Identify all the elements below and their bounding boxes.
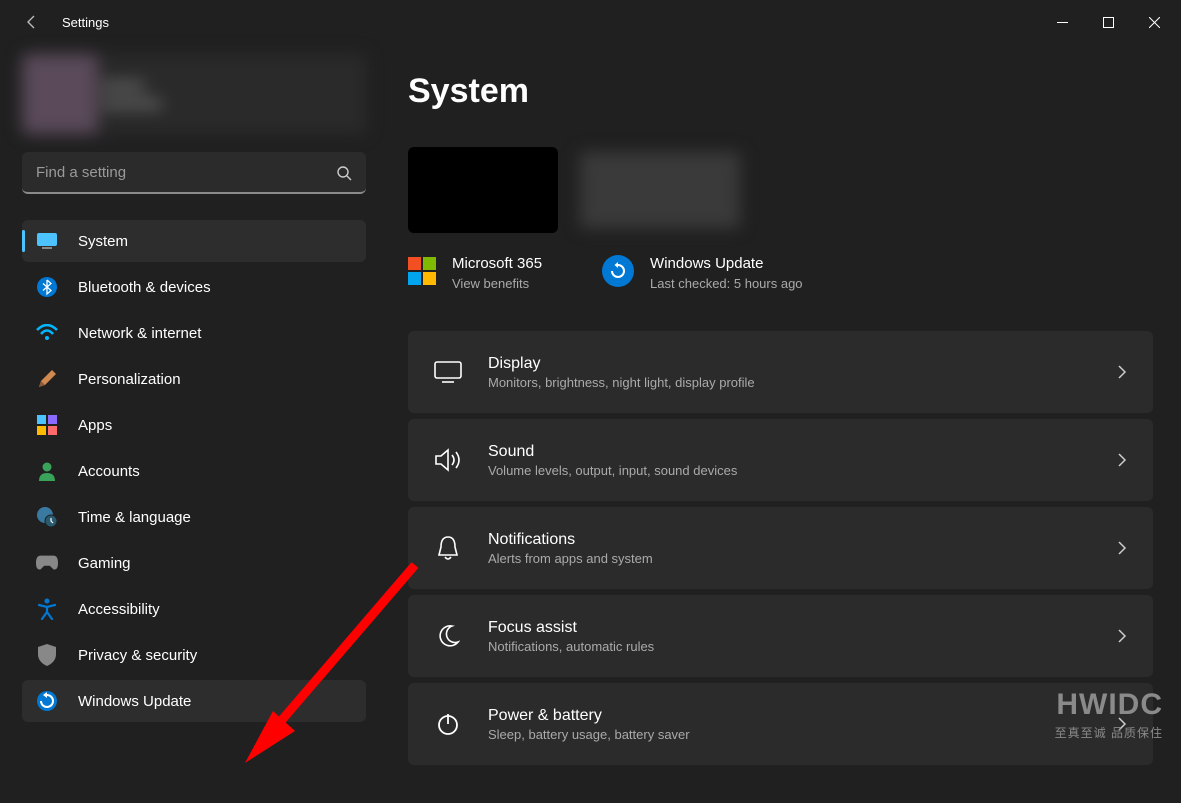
settings-list: Display Monitors, brightness, night light… bbox=[408, 331, 1153, 765]
update-icon bbox=[36, 690, 58, 712]
card-windows-update[interactable]: Windows Update Last checked: 5 hours ago bbox=[602, 255, 803, 291]
chevron-right-icon bbox=[1117, 364, 1127, 380]
row-power[interactable]: Power & battery Sleep, battery usage, bat… bbox=[408, 683, 1153, 765]
chevron-right-icon bbox=[1117, 628, 1127, 644]
person-icon bbox=[36, 460, 58, 482]
sidebar-item-accounts[interactable]: Accounts bbox=[22, 450, 366, 492]
device-name-blurred bbox=[580, 152, 740, 228]
search-input[interactable] bbox=[22, 152, 366, 194]
row-display[interactable]: Display Monitors, brightness, night light… bbox=[408, 331, 1153, 413]
title-bar: Settings bbox=[0, 0, 1181, 44]
sidebar-item-label: Accessibility bbox=[78, 601, 160, 618]
row-title: Display bbox=[488, 355, 755, 373]
profile-text-blurred: ■■■■■■■■■■■■ bbox=[102, 76, 161, 112]
sidebar-item-label: Privacy & security bbox=[78, 647, 197, 664]
row-title: Sound bbox=[488, 443, 737, 461]
user-profile[interactable]: ■■■■■■■■■■■■ bbox=[22, 54, 366, 134]
bell-icon bbox=[434, 534, 462, 562]
main-content: System Microsoft 365 View benefits Windo… bbox=[380, 44, 1181, 803]
gamepad-icon bbox=[36, 552, 58, 574]
row-title: Power & battery bbox=[488, 707, 690, 725]
nav-list: System Bluetooth & devices Network & int… bbox=[22, 220, 366, 722]
sidebar-item-label: Network & internet bbox=[78, 325, 201, 342]
sidebar-item-label: Apps bbox=[78, 417, 112, 434]
row-sound[interactable]: Sound Volume levels, output, input, sound… bbox=[408, 419, 1153, 501]
accessibility-icon bbox=[36, 598, 58, 620]
paintbrush-icon bbox=[36, 368, 58, 390]
sidebar-item-bluetooth[interactable]: Bluetooth & devices bbox=[22, 266, 366, 308]
sound-icon bbox=[434, 446, 462, 474]
maximize-button[interactable] bbox=[1085, 6, 1131, 38]
sidebar-item-windows-update[interactable]: Windows Update bbox=[22, 680, 366, 722]
row-notifications[interactable]: Notifications Alerts from apps and system bbox=[408, 507, 1153, 589]
power-icon bbox=[434, 710, 462, 738]
row-sub: Volume levels, output, input, sound devi… bbox=[488, 463, 737, 478]
chevron-right-icon bbox=[1117, 540, 1127, 556]
minimize-icon bbox=[1057, 17, 1068, 28]
chevron-right-icon bbox=[1117, 452, 1127, 468]
sidebar-item-network[interactable]: Network & internet bbox=[22, 312, 366, 354]
card-title: Windows Update bbox=[650, 255, 803, 272]
system-icon bbox=[36, 230, 58, 252]
card-sub: View benefits bbox=[452, 276, 542, 291]
sidebar-item-time-language[interactable]: Time & language bbox=[22, 496, 366, 538]
sidebar-item-label: Bluetooth & devices bbox=[78, 279, 211, 296]
row-sub: Notifications, automatic rules bbox=[488, 639, 654, 654]
sidebar-item-personalization[interactable]: Personalization bbox=[22, 358, 366, 400]
apps-icon bbox=[36, 414, 58, 436]
minimize-button[interactable] bbox=[1039, 6, 1085, 38]
arrow-left-icon bbox=[24, 14, 40, 30]
sidebar-item-accessibility[interactable]: Accessibility bbox=[22, 588, 366, 630]
row-sub: Sleep, battery usage, battery saver bbox=[488, 727, 690, 742]
sidebar-item-privacy[interactable]: Privacy & security bbox=[22, 634, 366, 676]
sidebar-item-apps[interactable]: Apps bbox=[22, 404, 366, 446]
sidebar-item-label: System bbox=[78, 233, 128, 250]
device-thumbnail bbox=[408, 147, 558, 233]
row-title: Notifications bbox=[488, 531, 653, 549]
moon-icon bbox=[434, 622, 462, 650]
shield-icon bbox=[36, 644, 58, 666]
sidebar-item-label: Windows Update bbox=[78, 693, 191, 710]
close-button[interactable] bbox=[1131, 6, 1177, 38]
search-wrapper bbox=[22, 152, 366, 194]
maximize-icon bbox=[1103, 17, 1114, 28]
close-icon bbox=[1149, 17, 1160, 28]
sidebar-item-system[interactable]: System bbox=[22, 220, 366, 262]
chevron-right-icon bbox=[1117, 716, 1127, 732]
back-button[interactable] bbox=[14, 4, 50, 40]
sidebar-item-label: Gaming bbox=[78, 555, 131, 572]
sidebar-item-gaming[interactable]: Gaming bbox=[22, 542, 366, 584]
row-focus-assist[interactable]: Focus assist Notifications, automatic rul… bbox=[408, 595, 1153, 677]
sidebar-item-label: Accounts bbox=[78, 463, 140, 480]
update-circle-icon bbox=[602, 255, 634, 287]
globe-clock-icon bbox=[36, 506, 58, 528]
display-icon bbox=[434, 358, 462, 386]
sidebar: ■■■■■■■■■■■■ System Bluetooth & devices … bbox=[0, 44, 380, 803]
row-sub: Monitors, brightness, night light, displ… bbox=[488, 375, 755, 390]
device-hero bbox=[408, 147, 1153, 233]
search-icon bbox=[336, 165, 352, 181]
bluetooth-icon bbox=[36, 276, 58, 298]
row-sub: Alerts from apps and system bbox=[488, 551, 653, 566]
row-title: Focus assist bbox=[488, 619, 654, 637]
card-microsoft-365[interactable]: Microsoft 365 View benefits bbox=[408, 255, 542, 291]
sidebar-item-label: Time & language bbox=[78, 509, 191, 526]
page-title: System bbox=[408, 72, 1153, 111]
app-title: Settings bbox=[62, 15, 109, 30]
card-title: Microsoft 365 bbox=[452, 255, 542, 272]
microsoft-logo-icon bbox=[408, 257, 436, 285]
wifi-icon bbox=[36, 322, 58, 344]
sidebar-item-label: Personalization bbox=[78, 371, 181, 388]
card-sub: Last checked: 5 hours ago bbox=[650, 276, 803, 291]
